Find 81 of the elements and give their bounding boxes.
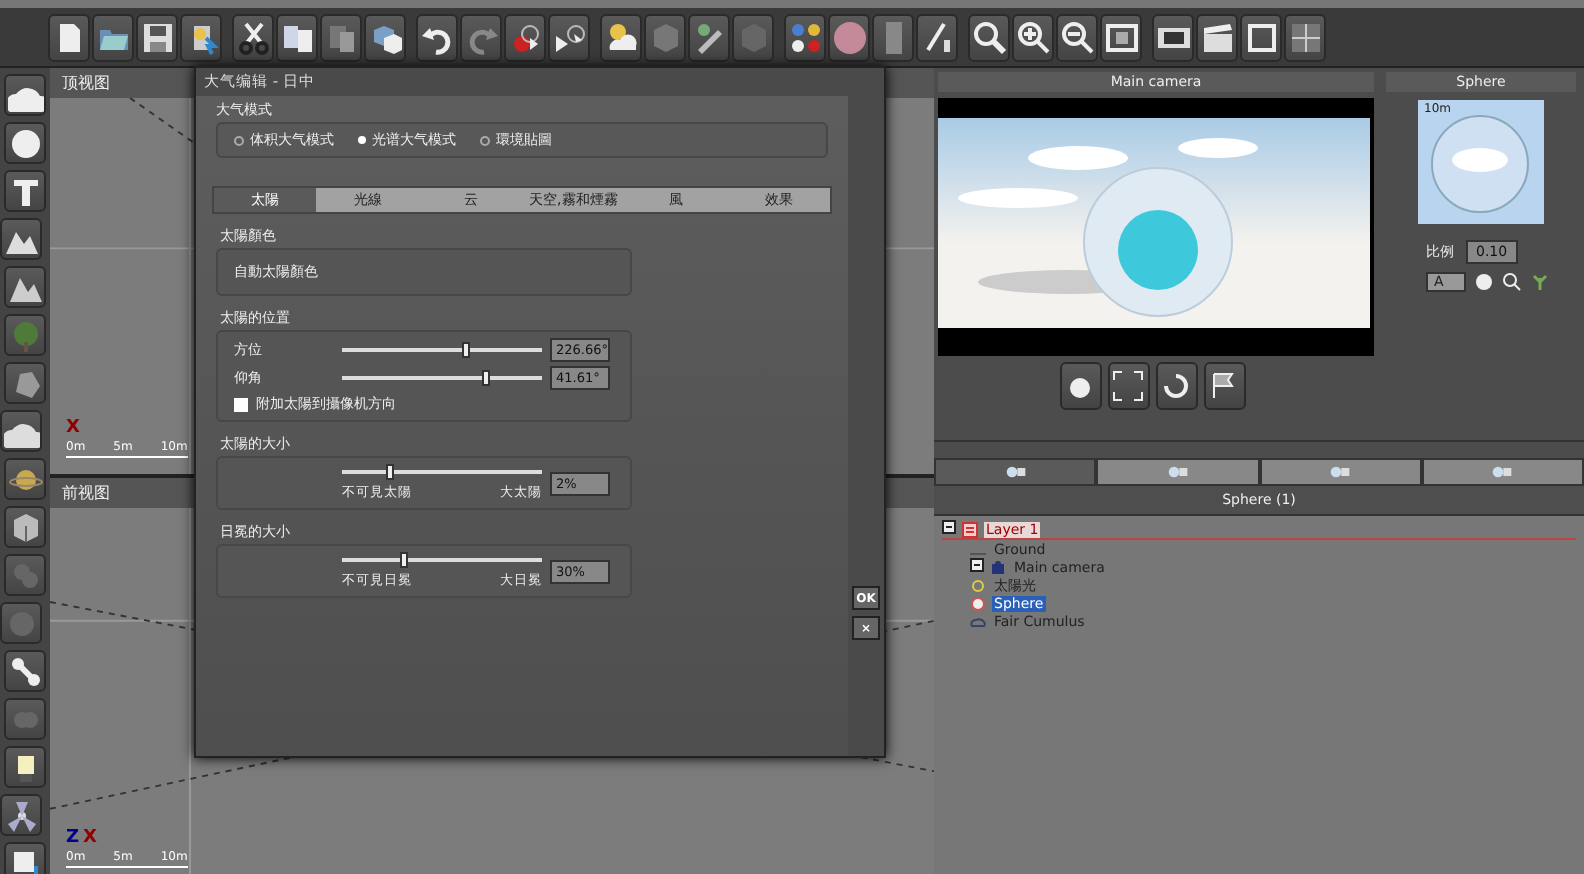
cube-button[interactable] xyxy=(644,13,686,61)
sun-cloud-button[interactable] xyxy=(600,13,642,61)
box-button[interactable] xyxy=(4,506,46,548)
camera-icon xyxy=(990,559,1006,575)
sun-icon xyxy=(970,577,986,593)
axis-label: X xyxy=(66,418,80,438)
clapper-icon xyxy=(1199,19,1235,55)
square-icon xyxy=(1243,19,1279,55)
browser-tab[interactable] xyxy=(1096,458,1259,486)
cloud-layer-button[interactable] xyxy=(0,410,42,452)
bone-button[interactable] xyxy=(4,650,46,692)
zoom-in-button[interactable] xyxy=(1012,13,1054,61)
frame-icon xyxy=(1103,19,1139,55)
material-preview-drawing xyxy=(1418,100,1544,224)
frame-button[interactable] xyxy=(1100,13,1142,61)
fan-button[interactable] xyxy=(0,794,42,836)
rock-button[interactable] xyxy=(4,362,46,404)
axis-label: X xyxy=(83,828,97,848)
layer-icon xyxy=(962,521,978,537)
collapse-icon xyxy=(970,558,984,572)
browser-tab[interactable] xyxy=(1259,458,1422,486)
grid-icon xyxy=(1287,19,1323,55)
cubes-button[interactable] xyxy=(364,13,406,61)
sphere-icon xyxy=(970,595,986,611)
flag-button[interactable] xyxy=(1203,362,1245,410)
grid-button[interactable] xyxy=(1284,13,1326,61)
slider-thumb[interactable] xyxy=(461,342,470,358)
slider-thumb[interactable] xyxy=(386,464,395,480)
sphere-icon xyxy=(7,125,43,161)
zoom-in-icon xyxy=(1015,19,1051,55)
planet-button[interactable] xyxy=(4,458,46,500)
shaded-sphere-icon xyxy=(831,19,867,55)
search-icon xyxy=(971,19,1007,55)
rotate-button[interactable] xyxy=(1155,362,1197,410)
scissors-button[interactable] xyxy=(232,13,274,61)
text-tool-button[interactable] xyxy=(4,170,46,212)
render-sphere-button[interactable] xyxy=(504,13,546,61)
render-area-button[interactable] xyxy=(548,13,590,61)
cloud-icon xyxy=(970,613,986,629)
checkbox[interactable] xyxy=(234,397,248,411)
copy-button[interactable] xyxy=(276,13,318,61)
frame-corners-button[interactable] xyxy=(1107,362,1149,410)
slider-thumb[interactable] xyxy=(399,552,408,568)
zoom-out-button[interactable] xyxy=(1056,13,1098,61)
render-area-icon xyxy=(551,19,587,55)
folder-button[interactable] xyxy=(92,13,134,61)
corner-button[interactable] xyxy=(4,842,46,874)
light-bulb-button[interactable] xyxy=(4,746,46,788)
zoom-out-icon xyxy=(1059,19,1095,55)
terrain-button[interactable] xyxy=(0,218,42,260)
film-button[interactable] xyxy=(1152,13,1194,61)
mountains-button[interactable] xyxy=(4,266,46,308)
browser-tab[interactable] xyxy=(1421,458,1584,486)
clapper-button[interactable] xyxy=(1196,13,1238,61)
search-icon xyxy=(1501,272,1522,292)
brush-button[interactable] xyxy=(688,13,730,61)
paste-button[interactable] xyxy=(320,13,362,61)
document-button[interactable] xyxy=(48,13,90,61)
scissors-icon xyxy=(235,19,271,55)
fan-icon xyxy=(3,797,39,833)
rotate-icon xyxy=(1158,368,1194,404)
cloud-button[interactable] xyxy=(4,74,46,116)
slash-button[interactable] xyxy=(916,13,958,61)
square-button[interactable] xyxy=(1240,13,1282,61)
browser-tab[interactable] xyxy=(934,458,1097,486)
undo-button[interactable] xyxy=(416,13,458,61)
color-dots-icon xyxy=(787,19,823,55)
slider-thumb[interactable] xyxy=(482,370,491,386)
plant-icon xyxy=(1529,272,1550,292)
disk-button[interactable] xyxy=(136,13,178,61)
axis-label: Z xyxy=(66,828,80,848)
color-dots-button[interactable] xyxy=(784,13,826,61)
bone-icon xyxy=(7,653,43,689)
sun-document-button[interactable] xyxy=(180,13,222,61)
collapse-icon xyxy=(942,520,956,534)
redo-button[interactable] xyxy=(460,13,502,61)
shaded-sphere-button[interactable] xyxy=(828,13,870,61)
bar-button[interactable] xyxy=(872,13,914,61)
frame-corners-icon xyxy=(1110,368,1146,404)
search-button[interactable] xyxy=(968,13,1010,61)
sphere-button[interactable] xyxy=(4,122,46,164)
